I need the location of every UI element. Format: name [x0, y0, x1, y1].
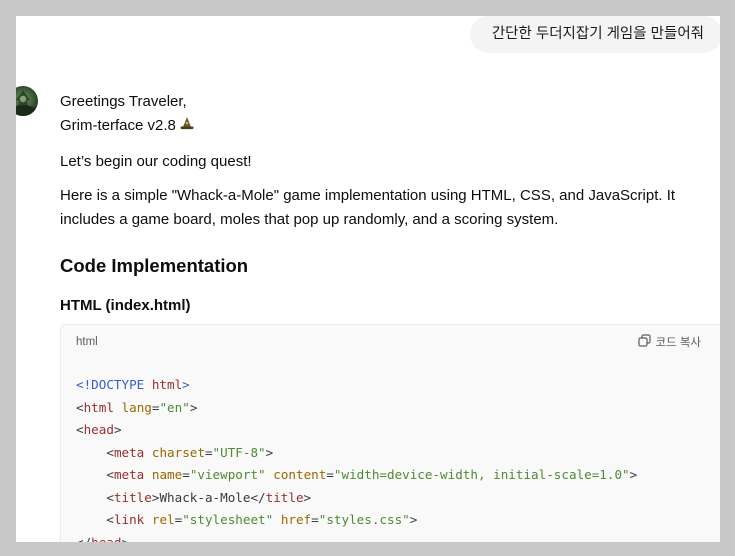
version-line: Grim-terface v2.8 — [60, 114, 700, 140]
description-line-2: includes a game board, moles that pop up… — [60, 211, 559, 228]
code-content: <!DOCTYPE html> <html lang="en"> <head> … — [61, 359, 720, 542]
user-message-text: 간단한 두더지잡기 게임을 만들어줘 — [491, 26, 704, 42]
code-line: <meta name="viewport" content="width=dev… — [106, 467, 638, 482]
intro-text: Let’s begin our coding quest! — [60, 153, 252, 170]
code-line: </head> — [76, 534, 130, 543]
code-line: <html lang="en"> — [76, 399, 198, 415]
code-line: <meta charset="UTF-8"> — [106, 444, 274, 460]
copy-code-button[interactable]: 코드 복사 — [638, 334, 713, 350]
greeting-text: Greetings Traveler, — [60, 93, 187, 110]
code-block-header: html 코드 복사 — [61, 325, 720, 359]
copy-code-label: 코드 복사 — [655, 337, 701, 349]
description-paragraph: Here is a simple "Whack-a-Mole" game imp… — [60, 184, 700, 232]
code-line: <head> — [76, 422, 122, 437]
version-text: Grim-terface v2.8 — [60, 117, 176, 134]
code-language-label: html — [76, 336, 98, 348]
copy-icon — [638, 334, 652, 350]
assistant-avatar — [16, 86, 38, 116]
chat-frame: 간단한 두더지잡기 게임을 만들어줘 Greetings Traveler, G… — [16, 16, 720, 542]
description-line-1: Here is a simple "Whack-a-Mole" game imp… — [60, 187, 676, 204]
user-message-bubble: 간단한 두더지잡기 게임을 만들어줘 — [469, 16, 720, 53]
code-line: <!DOCTYPE html> — [76, 377, 190, 392]
code-line: <title>Whack-a-Mole</title> — [106, 489, 312, 505]
code-block: html 코드 복사 <!DOCTYPE html> <html lang="e… — [60, 324, 720, 542]
code-line: <link rel="stylesheet" href="styles.css"… — [106, 512, 418, 527]
html-file-heading: HTML (index.html) — [60, 297, 191, 314]
wizard-hat-icon — [179, 116, 195, 140]
code-implementation-heading: Code Implementation — [60, 255, 249, 276]
assistant-message: Greetings Traveler, Grim-terface v2.8 Le… — [60, 90, 700, 318]
